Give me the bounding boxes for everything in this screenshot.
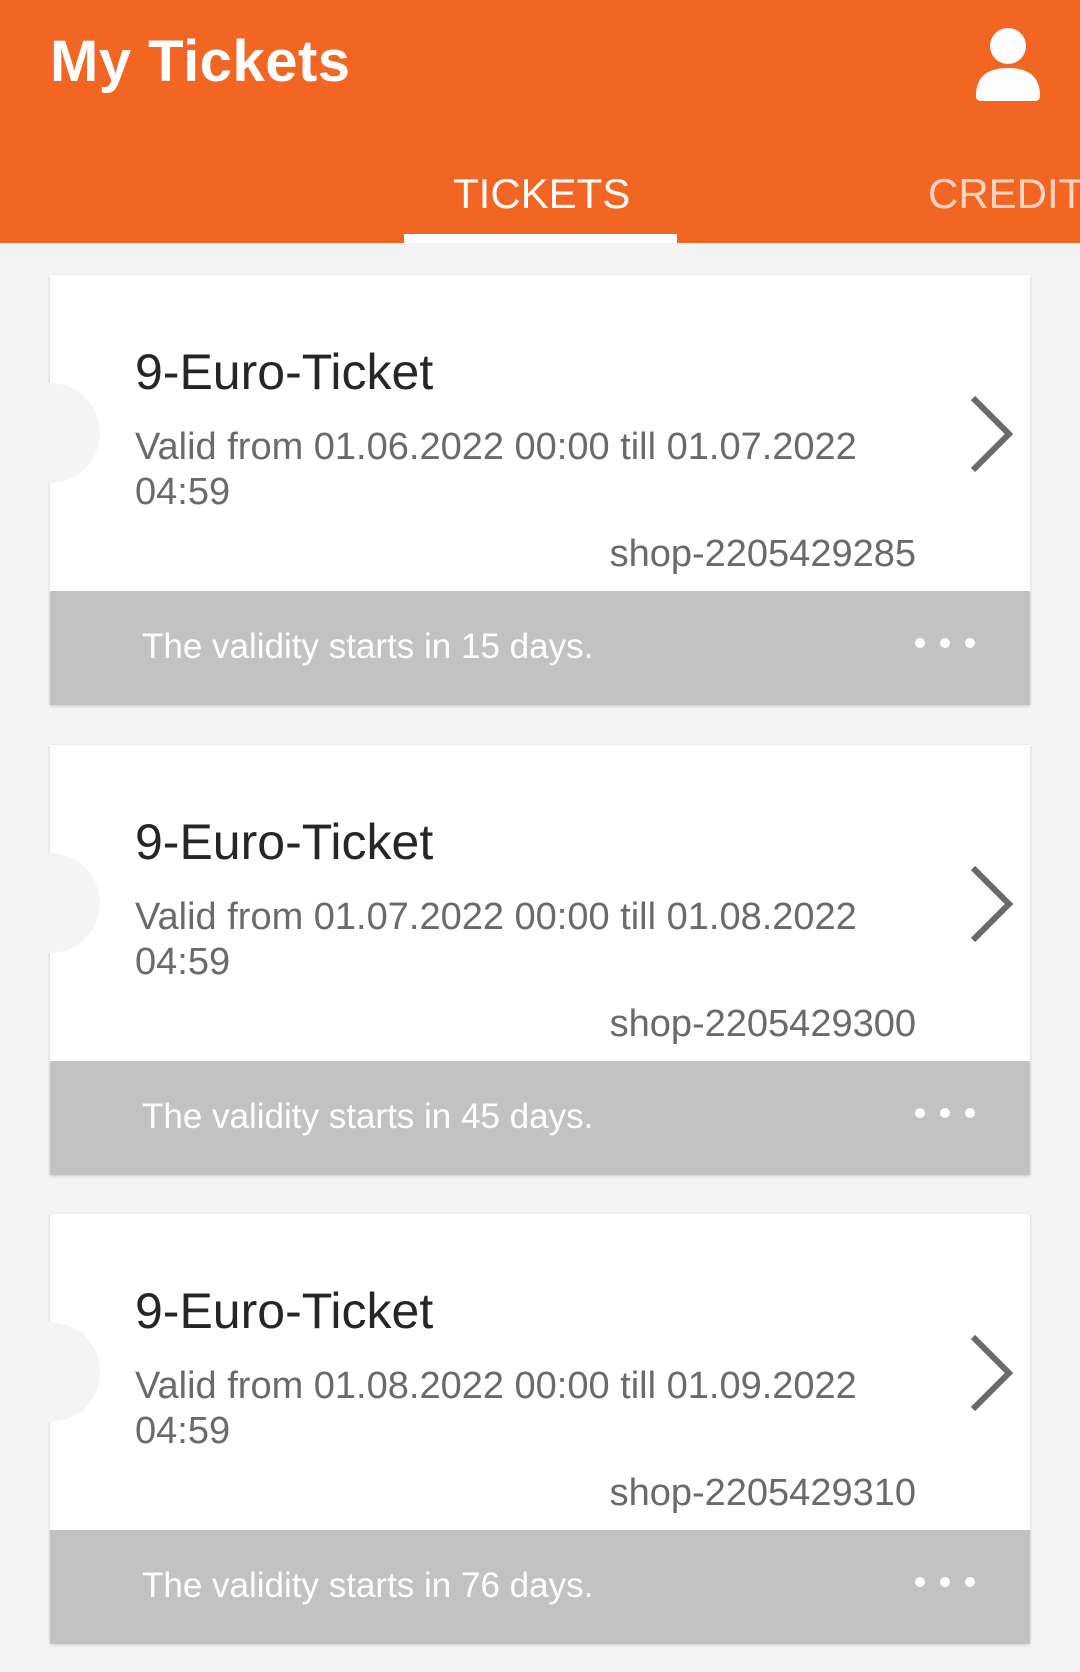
ticket-status-text: The validity starts in 45 days.: [142, 1097, 594, 1136]
more-options-icon[interactable]: [910, 1101, 980, 1125]
ticket-notch: [0, 383, 100, 483]
chevron-right-icon[interactable]: [965, 1331, 1021, 1415]
ticket-status-text: The validity starts in 15 days.: [142, 627, 594, 666]
more-options-icon[interactable]: [910, 1570, 980, 1594]
chevron-right-icon[interactable]: [965, 392, 1021, 476]
ticket-title: 9-Euro-Ticket: [135, 344, 434, 400]
ticket-card[interactable]: 9-Euro-Ticket Valid from 01.06.2022 00:0…: [0, 275, 1030, 705]
ticket-status-bar: The validity starts in 76 days.: [50, 1530, 1030, 1644]
ticket-notch: [0, 853, 100, 953]
active-tab-indicator: [404, 234, 677, 243]
ticket-validity-range: Valid from 01.07.2022 00:00 till 01.08.2…: [135, 896, 857, 983]
ticket-status-bar: The validity starts in 15 days.: [50, 591, 1030, 705]
ticket-order-id: shop-2205429285: [609, 533, 916, 575]
person-icon: [976, 28, 1040, 101]
page-title: My Tickets: [50, 29, 351, 94]
ticket-status-text: The validity starts in 76 days.: [142, 1566, 594, 1605]
tab-credit[interactable]: CREDIT: [928, 170, 1080, 218]
ticket-validity-range: Valid from 01.06.2022 00:00 till 01.07.2…: [135, 426, 857, 513]
tab-tickets[interactable]: TICKETS: [453, 170, 630, 218]
ticket-order-id: shop-2205429300: [609, 1003, 916, 1045]
ticket-order-id: shop-2205429310: [609, 1472, 916, 1514]
ticket-validity-range: Valid from 01.08.2022 00:00 till 01.09.2…: [135, 1365, 857, 1452]
ticket-title: 9-Euro-Ticket: [135, 1283, 434, 1339]
more-options-icon[interactable]: [910, 631, 980, 655]
app-bar: My Tickets TICKETS CREDIT: [0, 0, 1080, 243]
profile-button[interactable]: [970, 22, 1046, 102]
ticket-status-bar: The validity starts in 45 days.: [50, 1061, 1030, 1175]
ticket-card[interactable]: 9-Euro-Ticket Valid from 01.07.2022 00:0…: [0, 745, 1030, 1175]
ticket-notch: [0, 1322, 100, 1422]
chevron-right-icon[interactable]: [965, 862, 1021, 946]
ticket-card[interactable]: 9-Euro-Ticket Valid from 01.08.2022 00:0…: [0, 1214, 1030, 1644]
ticket-title: 9-Euro-Ticket: [135, 814, 434, 870]
